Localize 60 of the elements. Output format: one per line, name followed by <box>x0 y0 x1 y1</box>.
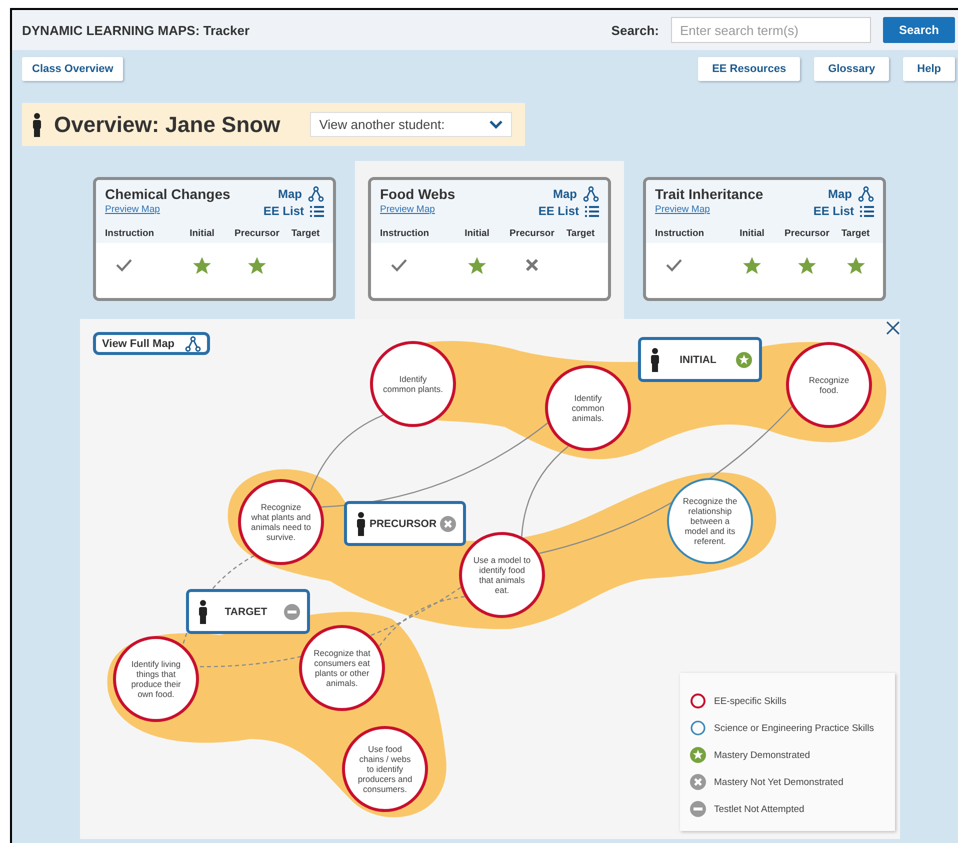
column-label: Initial <box>188 228 216 239</box>
topic-tab[interactable]: Chemical Changes Map Preview Map EE List Instruction Initial Precursor Target <box>80 161 349 319</box>
overview-title: Overview: Jane Snow <box>54 112 280 138</box>
nav-button[interactable]: EE Resources <box>698 57 800 81</box>
list-icon <box>310 206 324 216</box>
map-link[interactable]: Map <box>553 186 599 202</box>
person-icon <box>356 512 366 536</box>
legend-label: Testlet Not Attempted <box>714 804 804 814</box>
student-dropdown[interactable]: View another student: <box>310 112 512 137</box>
column-label: Precursor <box>234 228 280 239</box>
badge-label: INITIAL <box>680 354 716 366</box>
ee-list-link[interactable]: EE List <box>263 204 324 218</box>
legend-label: Science or Engineering Practice Skills <box>714 722 874 734</box>
ee-list-link[interactable]: EE List <box>813 204 874 218</box>
app-title: DYNAMIC LEARNING MAPS: Tracker <box>22 22 250 38</box>
column-label: Precursor <box>508 228 556 239</box>
badge-label: TARGET <box>224 606 268 618</box>
column-label: Instruction <box>380 228 430 239</box>
person-icon <box>32 112 42 136</box>
network-icon <box>858 186 874 202</box>
close-icon[interactable] <box>886 321 900 335</box>
map-link[interactable]: Map <box>278 186 324 202</box>
column-label: Instruction <box>655 228 706 239</box>
card-title: Food Webs <box>380 186 456 202</box>
column-label: Precursor <box>784 228 830 239</box>
chevron-icon <box>489 120 504 129</box>
network-icon <box>583 186 599 202</box>
legend-label: Mastery Demonstrated <box>714 750 810 760</box>
nav-button[interactable]: Class Overview <box>22 57 124 81</box>
topic-tab[interactable]: Trait Inheritance Map Preview Map EE List Instruction Initial Precursor Target <box>630 161 899 319</box>
legend-label: Mastery Not Yet Demonstrated <box>714 776 844 788</box>
person-icon <box>198 600 208 624</box>
card-title: Chemical Changes <box>105 186 232 202</box>
network-icon <box>308 186 324 202</box>
nav-button[interactable]: Help <box>903 57 955 81</box>
list-icon <box>585 206 599 216</box>
network-icon <box>185 336 201 352</box>
search-label: Search: <box>611 22 659 38</box>
topic-tab[interactable]: Food Webs Map Preview Map EE List Instruction Initial Precursor Target <box>355 161 624 319</box>
list-icon <box>860 206 874 216</box>
badge-label: PRECURSOR <box>369 518 437 530</box>
column-label: Target <box>565 228 596 239</box>
view-full-map-button[interactable]: View Full Map <box>93 332 210 355</box>
person-icon <box>650 348 660 372</box>
preview-map-link[interactable]: Preview Map <box>105 204 264 215</box>
legend-label: EE-specific Skills <box>714 696 786 706</box>
ee-list-link[interactable]: EE List <box>538 204 599 218</box>
search-button[interactable]: Search <box>883 17 955 43</box>
skill-node[interactable]: Identify common plants. <box>370 341 456 427</box>
column-label: Initial <box>464 228 490 239</box>
column-label: Target <box>840 228 871 239</box>
preview-map-link[interactable]: Preview Map <box>655 204 814 215</box>
nav-button[interactable]: Glossary <box>814 57 890 81</box>
preview-map-link[interactable]: Preview Map <box>380 204 538 215</box>
map-link[interactable]: Map <box>828 186 874 202</box>
search-field[interactable]: Enter search term(s) <box>671 17 871 43</box>
card-title: Trait Inheritance <box>655 186 764 202</box>
column-label: Target <box>290 228 321 239</box>
column-label: Instruction <box>105 228 156 239</box>
column-label: Initial <box>738 228 766 239</box>
